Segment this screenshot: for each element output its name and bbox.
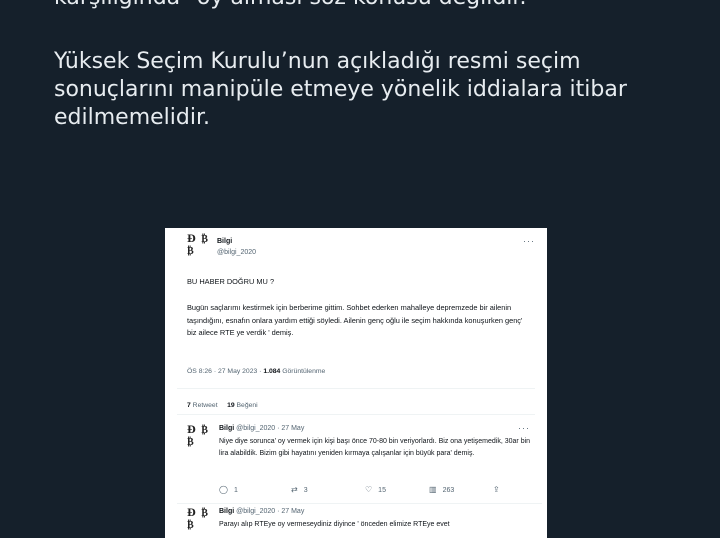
reply-tweet[interactable]: Đ ₿ ₿ Bilgi @bilgi_2020 · 27 May Parayı … [187,508,532,538]
heart-icon: ♡ [365,485,373,494]
article-line-1: karşılığında “oy alması söz konusu değil… [54,0,694,12]
retweet-label[interactable]: Retweet [191,402,218,409]
reply-tweet[interactable]: Đ ₿ ₿ Bilgi @bilgi_2020 · 27 May ··· Niy… [177,423,542,505]
view-count: 1.084 [263,368,281,375]
reply-count: 1 [233,487,238,494]
avatar: Đ ₿ ₿ [187,234,209,257]
divider [177,414,535,415]
tweet-time[interactable]: ÖS 8:26 · 27 May 2023 · [187,368,263,375]
reply-button[interactable]: ◯ 1 [219,485,238,494]
view-count: 263 [442,487,455,494]
reply-header: Bilgi @bilgi_2020 · 27 May [219,508,304,515]
reply-icon: ◯ [219,485,228,494]
like-button[interactable]: ♡ 15 [365,485,386,494]
reply-meta: @bilgi_2020 · 27 May [234,508,305,515]
like-label[interactable]: Beğeni [235,402,258,409]
like-count: 15 [378,487,386,494]
article-paragraph-2: Yüksek Seçim Kurulu’nun açıkladığı resmi… [54,49,627,130]
avatar: Đ ₿ ₿ [187,425,209,448]
reply-actions: ◯ 1 ⇄ 3 ♡ 15 ▥ 263 ⇪ [219,485,500,497]
retweet-count: 3 [303,487,308,494]
more-options-icon[interactable]: ··· [518,423,530,433]
article-text: karşılığında “oy alması söz konusu değil… [54,0,694,132]
like-count[interactable]: 19 [227,402,235,409]
reply-header: Bilgi @bilgi_2020 · 27 May [219,425,304,432]
reply-text: Parayı alıp RTEye oy vermeseydiniz diyin… [219,521,450,528]
tweet-stats: 7 Retweet 19 Beğeni [187,402,258,409]
tweet-timestamp: ÖS 8:26 · 27 May 2023 · 1.084 Görüntülen… [187,368,325,375]
tweet-body: Bugün saçlarımı kestirmek için berberime… [187,303,523,337]
avatar: Đ ₿ ₿ [187,508,209,531]
divider [177,503,542,504]
tweet-author-handle[interactable]: @bilgi_2020 [217,249,256,256]
more-options-icon[interactable]: ··· [523,236,535,246]
tweet-question: BU HABER DOĞRU MU ? [187,277,275,286]
reply-meta: @bilgi_2020 · 27 May [234,425,305,432]
retweet-icon: ⇄ [291,485,298,494]
retweet-button[interactable]: ⇄ 3 [291,485,308,494]
reply-author-name[interactable]: Bilgi [219,508,234,515]
tweet-author-name[interactable]: Bilgi [217,238,232,245]
views-button[interactable]: ▥ 263 [429,485,454,494]
divider [177,388,535,389]
share-button[interactable]: ⇪ [493,485,506,494]
reply-author-name[interactable]: Bilgi [219,425,234,432]
tweet-screenshot: Đ ₿ ₿ Bilgi @bilgi_2020 ··· BU HABER DOĞ… [165,228,547,538]
reply-text: Niye diye sorunca' oy vermek için kişi b… [219,438,531,457]
tweet-header: Đ ₿ ₿ Bilgi @bilgi_2020 ··· [187,234,537,264]
view-label: Görüntülenme [280,368,326,375]
views-icon: ▥ [429,485,437,494]
share-icon: ⇪ [493,485,500,494]
